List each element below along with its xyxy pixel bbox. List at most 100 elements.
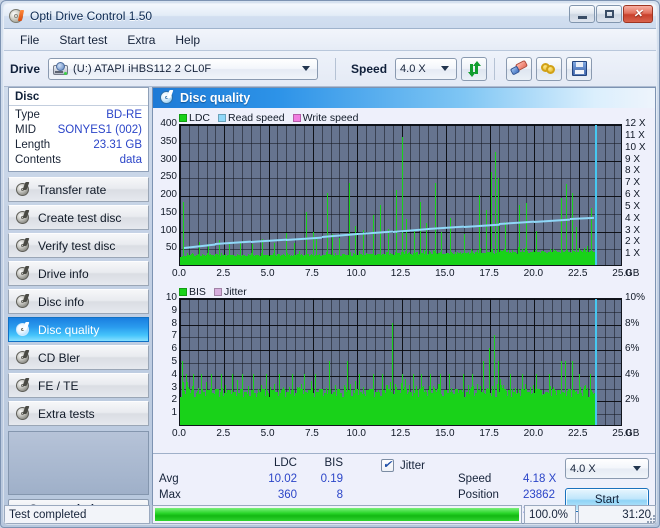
menu-item-file[interactable]: File: [12, 31, 47, 49]
maximize-icon: [604, 10, 614, 18]
menu-item-extra[interactable]: Extra: [119, 31, 163, 49]
refresh-drive-button[interactable]: [461, 56, 488, 81]
legend-label: BIS: [189, 286, 206, 298]
maximize-button[interactable]: [596, 5, 622, 23]
chart-ldc-xtick: 0.0: [172, 268, 186, 279]
chart-bis-ytick: 10: [165, 292, 177, 303]
chart-spike: [498, 178, 499, 265]
sidebar-item-fe-te[interactable]: FE / TE: [8, 373, 149, 398]
disc-row-contents-key: Contents: [15, 154, 62, 166]
stats-row-max-bis: 8: [336, 489, 343, 501]
chart-spike: [590, 373, 591, 425]
sidebar-item-cd-bler[interactable]: CD Bler: [8, 345, 149, 370]
chart-ldc-plot-area[interactable]: [179, 124, 622, 266]
bis-chart[interactable]: BIS Jitter 1 2 3 4 5 6 7 8 9 10 2% 4% 6% 8% 10% 0.0 2.5 5.0…: [153, 280, 653, 440]
ldc-chart[interactable]: LDC Read speed Write speed 50 100 150 200 250 30…: [153, 108, 653, 280]
erase-disc-button[interactable]: [506, 56, 533, 81]
chart-ldc-y2tick: 10 X: [625, 141, 646, 153]
chart-spike: [359, 373, 360, 425]
disc-row-type-key: Type: [15, 109, 40, 121]
legend-swatch-icon: [179, 114, 187, 122]
chart-spike: [579, 373, 580, 425]
chart-bis-xtick: 22.5: [567, 428, 588, 439]
drive-select-value: (U:) ATAPI iHBS112 2 CL0F: [73, 62, 212, 75]
speed-select[interactable]: 4.0 X: [395, 57, 458, 80]
chart-spike: [329, 361, 330, 425]
sidebar-item-drive-info[interactable]: Drive info: [8, 261, 149, 286]
disc-row-contents: Contents data: [15, 153, 142, 168]
stats-position-label: Position: [458, 489, 499, 501]
disc-row-mid-value: SONYES1 (002): [57, 124, 142, 136]
sidebar-item-label: Create test disc: [38, 210, 122, 225]
chart-spike: [494, 335, 495, 425]
chart-ldc-y2tick: 1 X: [625, 248, 641, 260]
legend-swatch-icon: [218, 114, 227, 122]
chart-spike: [572, 193, 573, 265]
chart-spike: [406, 218, 407, 265]
chart-spike: [355, 225, 356, 265]
chart-spike: [565, 361, 566, 425]
chart-bis-xtick: 0.0: [172, 428, 186, 439]
chart-spike: [491, 172, 492, 265]
resize-grip-icon[interactable]: [645, 513, 655, 523]
chart-bis-xtick: 2.5: [216, 428, 231, 439]
stats-speed-select[interactable]: 4.0 X: [565, 458, 649, 479]
chart-ldc-ytick: 350: [160, 135, 177, 147]
sidebar-item-create-test-disc[interactable]: Create test disc: [8, 205, 149, 230]
progress-percent: 100.0%: [524, 505, 576, 524]
disc-icon: [15, 350, 31, 365]
chart-bis-plot-area[interactable]: [179, 298, 622, 426]
chart-spike: [193, 373, 194, 425]
chart-spike: [420, 201, 421, 265]
chart-spike: [479, 194, 480, 265]
chart-ldc-y2tick: 12 X: [625, 118, 646, 129]
sidebar-item-disc-info[interactable]: Disc info: [8, 289, 149, 314]
chart-bis-ytick: 6: [171, 343, 177, 355]
chart-ldc-ytick: 200: [160, 189, 177, 200]
stats-col-bis: BIS: [324, 457, 343, 469]
sidebar-item-label: Disc info: [38, 294, 85, 309]
floppy-save-icon: [571, 61, 587, 76]
legend-item: BIS: [179, 286, 206, 298]
chart-spike: [519, 205, 520, 265]
sidebar-item-verify-test-disc[interactable]: Verify test disc: [8, 233, 149, 258]
chart-spike: [347, 361, 348, 425]
chart-spike: [279, 373, 280, 425]
content-header: Disc quality: [153, 88, 655, 108]
legend-label: Read speed: [228, 112, 285, 124]
drive-select[interactable]: (U:) ATAPI iHBS112 2 CL0F: [48, 57, 319, 80]
menu-item-help[interactable]: Help: [167, 31, 208, 49]
chart-ldc-ytick: 400: [160, 118, 177, 129]
copy-button[interactable]: [536, 56, 563, 81]
legend-item: LDC: [179, 112, 210, 124]
chart-spike: [294, 243, 295, 265]
chart-spike: [266, 373, 267, 425]
legend-item: Read speed: [218, 112, 285, 124]
status-message: Test completed: [4, 505, 150, 524]
chart-spike: [349, 182, 350, 265]
sidebar-item-extra-tests[interactable]: Extra tests: [8, 401, 149, 426]
chart-spike: [510, 373, 511, 425]
jitter-toggle[interactable]: ✔ Jitter: [381, 459, 425, 472]
chart-spike: [489, 348, 490, 425]
sidebar-item-transfer-rate[interactable]: Transfer rate: [8, 177, 149, 202]
sidebar-item-label: Extra tests: [38, 406, 95, 421]
menu-item-start-test[interactable]: Start test: [51, 31, 115, 49]
speed-select-value: 4.0 X: [400, 62, 426, 75]
stats-speed-value: 4.18 X: [523, 473, 557, 485]
chart-spike: [304, 373, 305, 425]
disc-row-contents-value: data: [119, 154, 142, 166]
legend-swatch-icon: [292, 114, 301, 122]
chart-spike: [402, 373, 403, 425]
optical-drive-icon: [53, 61, 69, 76]
toolbar-divider-2: [494, 57, 496, 80]
save-button[interactable]: [566, 56, 593, 81]
close-button[interactable]: ✕: [623, 5, 653, 23]
chart-spike: [232, 373, 233, 425]
chart-spike: [240, 241, 241, 265]
chart-spike: [262, 238, 263, 265]
sidebar-item-disc-quality[interactable]: Disc quality: [8, 317, 149, 342]
chart-bis-y2tick: 6%: [625, 343, 640, 355]
jitter-checkbox[interactable]: ✔: [381, 459, 394, 472]
minimize-button[interactable]: [569, 5, 595, 23]
